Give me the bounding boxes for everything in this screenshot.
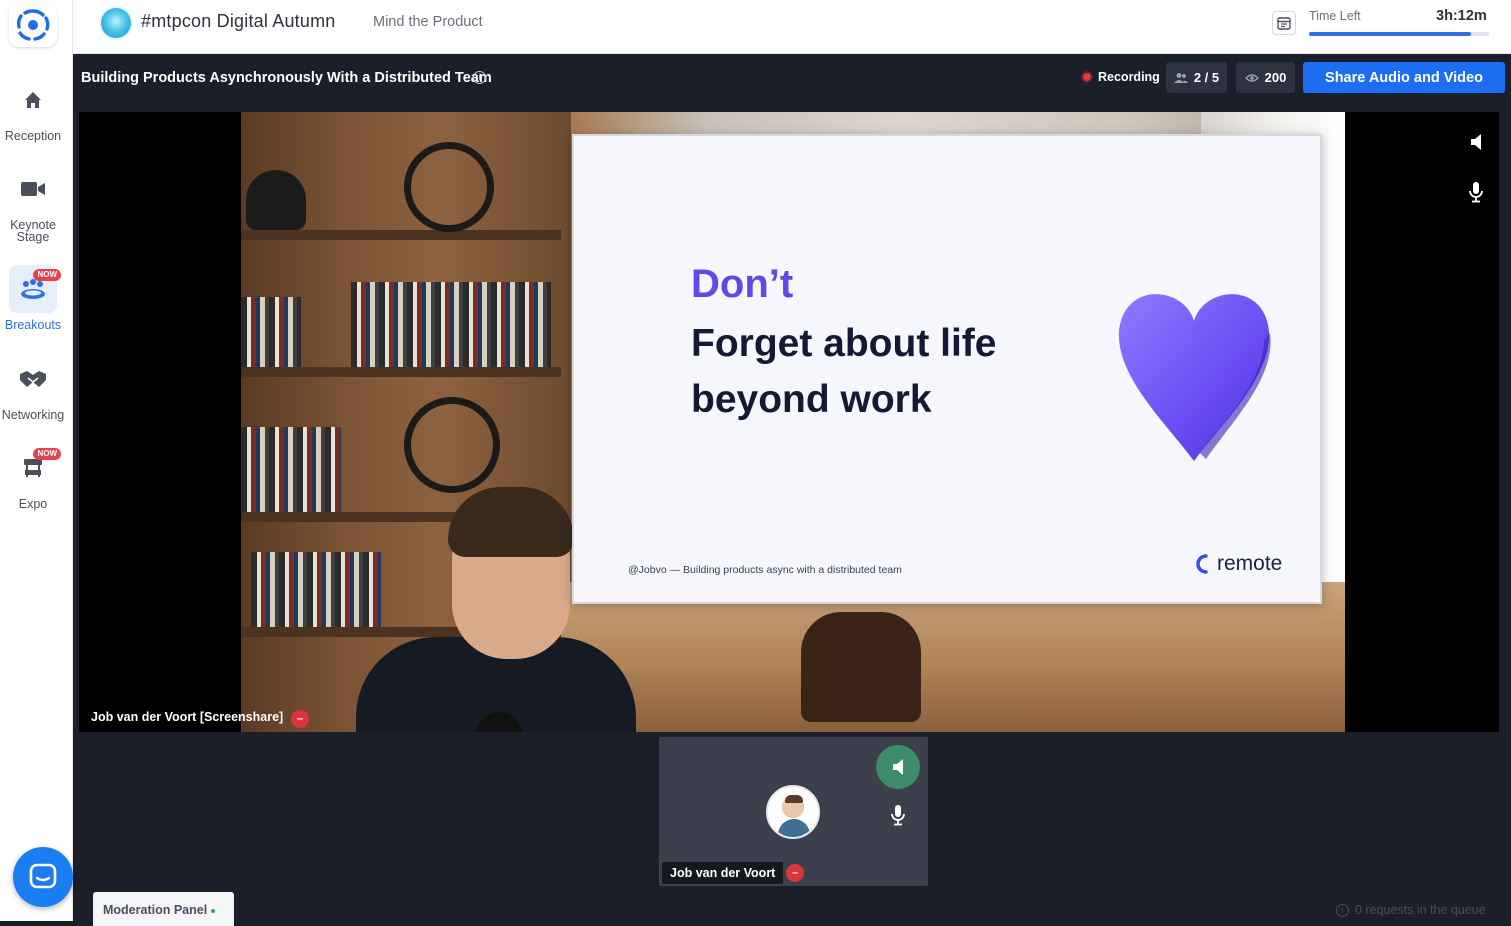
presentation-slide: Don’t Forget about life beyond work @Job…	[572, 134, 1322, 604]
time-left-progress-fill	[1309, 32, 1471, 36]
sidebar-item-reception[interactable]: Reception	[0, 76, 66, 142]
speaker-icon[interactable]	[876, 745, 920, 789]
heart-icon	[1118, 294, 1271, 461]
sidebar-item-label: Reception	[4, 129, 62, 143]
queue-text: 0 requests in the queue	[1355, 903, 1486, 917]
time-left-progress	[1309, 32, 1489, 36]
main-stage: Don’t Forget about life beyond work @Job…	[79, 112, 1499, 732]
recording-dot-icon	[1083, 73, 1091, 81]
booth-icon: NOW	[9, 444, 61, 492]
slide-brand: remote	[1196, 552, 1282, 576]
floor	[561, 582, 1345, 732]
time-left-value: 3h:12m	[1436, 8, 1487, 24]
time-left-label: Time Left	[1309, 9, 1361, 23]
recording-indicator: Recording	[1083, 70, 1160, 84]
sidebar-item-label: Keynote Stage	[10, 218, 56, 244]
participant-name: Job van der Voort	[662, 862, 784, 884]
sidebar-item-label: Networking	[1, 408, 65, 422]
people-icon	[1173, 72, 1188, 83]
chair	[801, 612, 921, 722]
sidebar-item-breakouts[interactable]: NOW Breakouts	[0, 265, 66, 331]
vase	[246, 170, 306, 230]
books	[241, 427, 341, 512]
viewers-count: 200	[1264, 70, 1287, 85]
home-icon	[9, 76, 57, 124]
participant-tile[interactable]: Job van der Voort –	[659, 737, 928, 886]
event-logo	[101, 8, 131, 38]
microphone-icon[interactable]	[887, 803, 909, 827]
viewers-count-badge[interactable]: 200	[1236, 62, 1295, 93]
books	[241, 297, 301, 367]
app-logo[interactable]	[9, 3, 57, 47]
sidebar-item-expo[interactable]: NOW Expo	[0, 444, 66, 510]
slide-line-2: beyond work	[691, 378, 932, 421]
sidebar-item-keynote-stage[interactable]: Keynote Stage	[0, 165, 66, 243]
calendar-icon[interactable]	[1272, 11, 1296, 35]
speakers-count-badge[interactable]: 2 / 5	[1166, 62, 1227, 93]
shelf	[241, 367, 561, 377]
sidebar-item-label: Breakouts	[4, 318, 62, 332]
now-badge: NOW	[33, 448, 61, 460]
event-title: #mtpcon Digital Autumn	[141, 11, 336, 31]
ring-decor	[404, 142, 494, 232]
sidebar-item-networking[interactable]: Networking	[0, 355, 66, 421]
support-chat-button[interactable]	[13, 847, 73, 907]
ring-decor	[404, 397, 500, 493]
chat-icon	[29, 863, 57, 889]
remove-icon[interactable]: –	[291, 710, 309, 728]
sidebar-item-label: Expo	[18, 497, 48, 511]
avatar	[766, 785, 820, 839]
event-organizer[interactable]: Mind the Product	[373, 14, 483, 30]
people-table-icon: NOW	[9, 265, 61, 313]
shelf	[241, 230, 561, 240]
session-title: Building Products Asynchronously With a …	[81, 70, 492, 86]
slide-footer: @Jobvo — Building products async with a …	[628, 564, 902, 576]
remote-logo-icon	[1196, 554, 1208, 574]
handshake-icon	[9, 355, 57, 403]
share-audio-video-button[interactable]: Share Audio and Video	[1303, 62, 1505, 93]
recording-label: Recording	[1098, 70, 1160, 84]
top-bar: #mtpcon Digital Autumn Mind the Product …	[73, 0, 1511, 54]
slide-heading: Don’t	[691, 262, 794, 306]
slide-brand-text: remote	[1217, 552, 1283, 575]
info-icon: i	[1336, 903, 1349, 917]
speaker-icon[interactable]	[1464, 130, 1488, 154]
books	[351, 282, 551, 367]
eye-icon	[1244, 73, 1259, 82]
moderation-panel-label: Moderation Panel	[103, 903, 208, 917]
status-dot	[211, 908, 216, 913]
now-badge: NOW	[33, 269, 61, 281]
remove-icon[interactable]: –	[786, 864, 804, 882]
microphone-icon[interactable]	[1464, 180, 1488, 204]
logo-icon	[16, 9, 50, 41]
video-camera-icon	[9, 165, 57, 213]
screenshare-video: Don’t Forget about life beyond work @Job…	[241, 112, 1345, 732]
left-sidebar: Reception Keynote Stage NOW Breakouts Ne…	[0, 0, 73, 921]
screenshare-name-tag: Job van der Voort [Screenshare]	[91, 710, 284, 724]
info-icon[interactable]: i	[473, 71, 486, 84]
speakers-count: 2 / 5	[1193, 70, 1220, 85]
queue-status: i 0 requests in the queue	[1336, 903, 1486, 917]
slide-line-1: Forget about life	[691, 322, 997, 365]
